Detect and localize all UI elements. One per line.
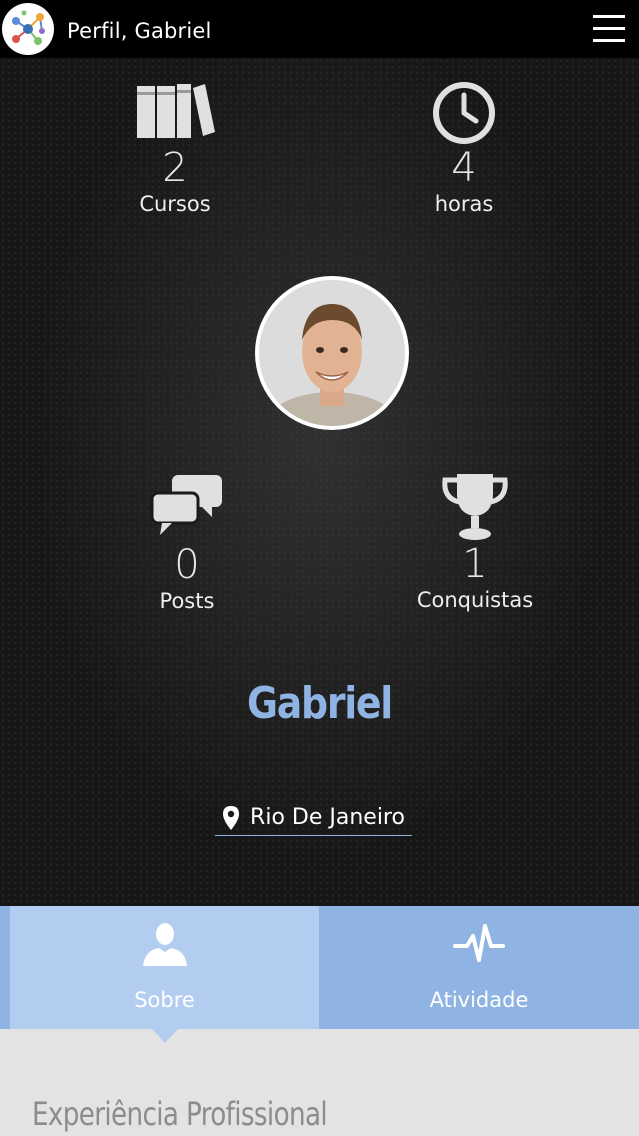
tab-atividade-label: Atividade	[429, 988, 529, 1012]
avatar[interactable]	[255, 276, 409, 430]
user-icon	[142, 923, 187, 966]
chat-bubbles-icon	[150, 475, 222, 535]
hours-count: 4	[451, 145, 477, 191]
network-nodes-logo-icon	[12, 10, 45, 45]
posts-count: 0	[174, 542, 200, 588]
profile-tabs: Sobre Atividade	[0, 906, 639, 1029]
achievements-count: 1	[462, 541, 488, 587]
location-text: Rio De Janeiro	[250, 805, 405, 830]
profile-hero: 2 Cursos 4 horas 0 Posts 1 Conquistas Ga…	[0, 58, 639, 906]
location-link[interactable]: Rio De Janeiro	[215, 800, 412, 836]
hours-label: horas	[434, 192, 494, 216]
tab-atividade[interactable]: Atividade	[319, 906, 639, 1029]
trophy-icon	[442, 474, 508, 540]
books-icon	[137, 84, 215, 138]
pulse-icon	[453, 924, 505, 962]
map-pin-icon	[223, 805, 240, 830]
section-title: Experiência Profissional	[32, 1095, 328, 1133]
profile-photo	[259, 280, 405, 426]
stat-achievements[interactable]: 1 Conquistas	[405, 470, 545, 614]
posts-label: Posts	[159, 589, 215, 613]
stat-hours[interactable]: 4 horas	[404, 80, 524, 218]
courses-label: Cursos	[139, 192, 211, 216]
hamburger-menu-icon	[593, 15, 625, 42]
clock-icon	[433, 82, 495, 144]
page-title: Perfil, Gabriel	[67, 19, 212, 43]
active-tab-caret	[152, 1029, 178, 1043]
app-logo[interactable]	[2, 3, 54, 55]
profile-name: Gabriel	[247, 678, 393, 729]
stat-courses[interactable]: 2 Cursos	[115, 82, 235, 218]
tab-content: Experiência Profissional	[0, 1029, 639, 1136]
tab-sobre[interactable]: Sobre	[10, 906, 319, 1029]
tab-sobre-label: Sobre	[134, 988, 195, 1012]
stat-posts[interactable]: 0 Posts	[127, 473, 247, 615]
achievements-label: Conquistas	[416, 588, 534, 612]
courses-count: 2	[162, 145, 188, 191]
top-bar: Perfil, Gabriel	[0, 0, 639, 58]
menu-button[interactable]	[590, 12, 628, 46]
